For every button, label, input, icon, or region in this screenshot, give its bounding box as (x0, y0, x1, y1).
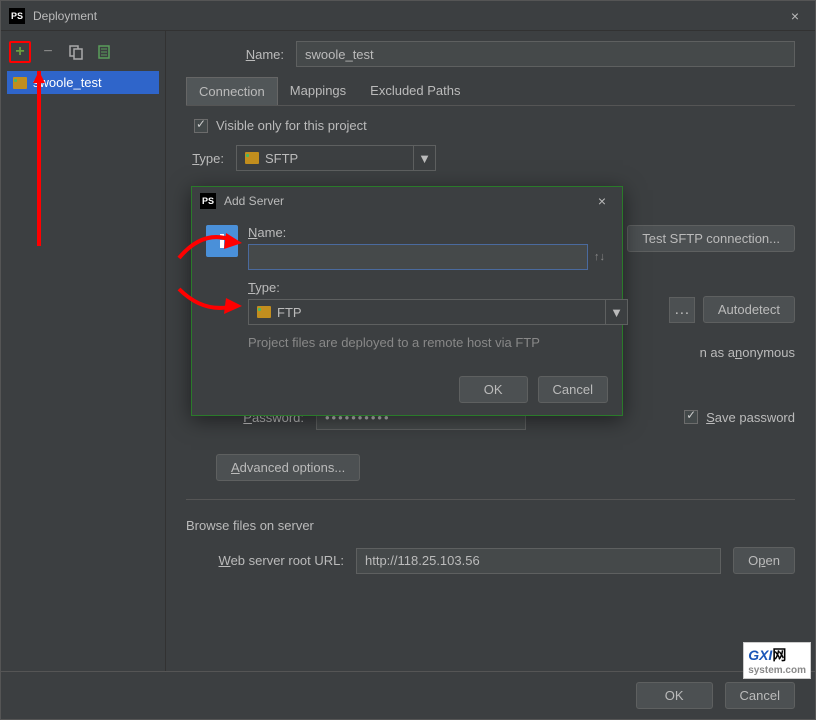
remove-server-button[interactable]: − (37, 41, 59, 63)
modal-name-label: Name: (248, 225, 628, 240)
modal-titlebar: PS Add Server × (192, 187, 622, 215)
add-server-dialog: PS Add Server × Name: ↑↓ Type: FTP ▼ (191, 186, 623, 416)
save-password-label: Save password (706, 410, 795, 425)
name-input[interactable] (296, 41, 795, 67)
app-logo-icon: PS (9, 8, 25, 24)
tab-connection[interactable]: Connection (186, 77, 278, 105)
tab-excluded-paths[interactable]: Excluded Paths (358, 77, 472, 105)
modal-hint: Project files are deployed to a remote h… (248, 335, 628, 350)
sidebar-toolbar: + − (7, 37, 159, 71)
type-label: Type: (186, 151, 236, 166)
tab-mappings[interactable]: Mappings (278, 77, 358, 105)
dialog-footer: OK Cancel (1, 671, 815, 719)
copy-icon (68, 44, 84, 60)
visible-project-checkbox[interactable] (194, 119, 208, 133)
window-title: Deployment (33, 9, 783, 23)
modal-title: Add Server (224, 194, 590, 208)
chevron-down-icon: ▼ (413, 146, 435, 170)
edit-server-button[interactable] (93, 41, 115, 63)
server-icon (245, 152, 259, 164)
sidebar-item-server[interactable]: swoole_test (7, 71, 159, 94)
type-value: SFTP (265, 151, 298, 166)
watermark-sub: system.com (748, 665, 806, 676)
ok-button[interactable]: OK (636, 682, 713, 709)
sidebar: + − swoole_test (1, 31, 166, 671)
modal-cancel-button[interactable]: Cancel (538, 376, 608, 403)
info-icon (206, 225, 238, 257)
cancel-button[interactable]: Cancel (725, 682, 795, 709)
save-password-checkbox[interactable] (684, 410, 698, 424)
type-select[interactable]: SFTP ▼ (236, 145, 436, 171)
modal-body: Name: ↑↓ Type: FTP ▼ Project files are d… (192, 215, 622, 364)
modal-form: Name: ↑↓ Type: FTP ▼ Project files are d… (248, 225, 628, 350)
web-root-label: Web server root URL: (186, 553, 356, 568)
visible-project-label: Visible only for this project (216, 118, 367, 133)
titlebar: PS Deployment × (1, 1, 815, 31)
modal-close-icon[interactable]: × (590, 193, 614, 209)
type-row: Type: SFTP ▼ (186, 145, 795, 171)
minus-icon: − (43, 43, 52, 61)
advanced-options-button[interactable]: Advanced options... (216, 454, 360, 481)
app-logo-icon: PS (200, 193, 216, 209)
modal-type-select[interactable]: FTP ▼ (248, 299, 628, 325)
watermark-main: GXI (748, 647, 772, 663)
chevron-down-icon: ▼ (605, 300, 627, 324)
name-row: Name: (186, 41, 795, 67)
browse-section-label: Browse files on server (186, 518, 795, 533)
sort-icon[interactable]: ↑↓ (594, 251, 605, 263)
anonymous-label: n as anonymous (700, 345, 795, 360)
visible-project-row: Visible only for this project (194, 118, 795, 133)
server-icon (257, 306, 271, 318)
modal-ok-button[interactable]: OK (459, 376, 528, 403)
test-connection-button[interactable]: Test SFTP connection... (627, 225, 795, 252)
autodetect-button[interactable]: Autodetect (703, 296, 795, 323)
modal-name-input[interactable] (248, 244, 588, 270)
copy-server-button[interactable] (65, 41, 87, 63)
modal-type-label: Type: (248, 280, 628, 295)
plus-icon: + (15, 43, 24, 61)
tabs: Connection Mappings Excluded Paths (186, 77, 795, 106)
add-server-button[interactable]: + (9, 41, 31, 63)
web-root-row: Web server root URL: Open (186, 547, 795, 574)
open-button[interactable]: Open (733, 547, 795, 574)
web-root-input[interactable] (356, 548, 721, 574)
divider (186, 499, 795, 500)
watermark: GXI网 system.com (743, 642, 811, 679)
page-icon (96, 44, 112, 60)
modal-type-value: FTP (277, 305, 302, 320)
name-label: Name: (186, 47, 296, 62)
browse-button[interactable]: … (669, 297, 695, 323)
deployment-window: PS Deployment × + − swoole_test Nam (0, 0, 816, 720)
modal-footer: OK Cancel (192, 364, 622, 415)
server-item-label: swoole_test (33, 75, 102, 90)
server-icon (13, 77, 27, 89)
close-icon[interactable]: × (783, 8, 807, 24)
